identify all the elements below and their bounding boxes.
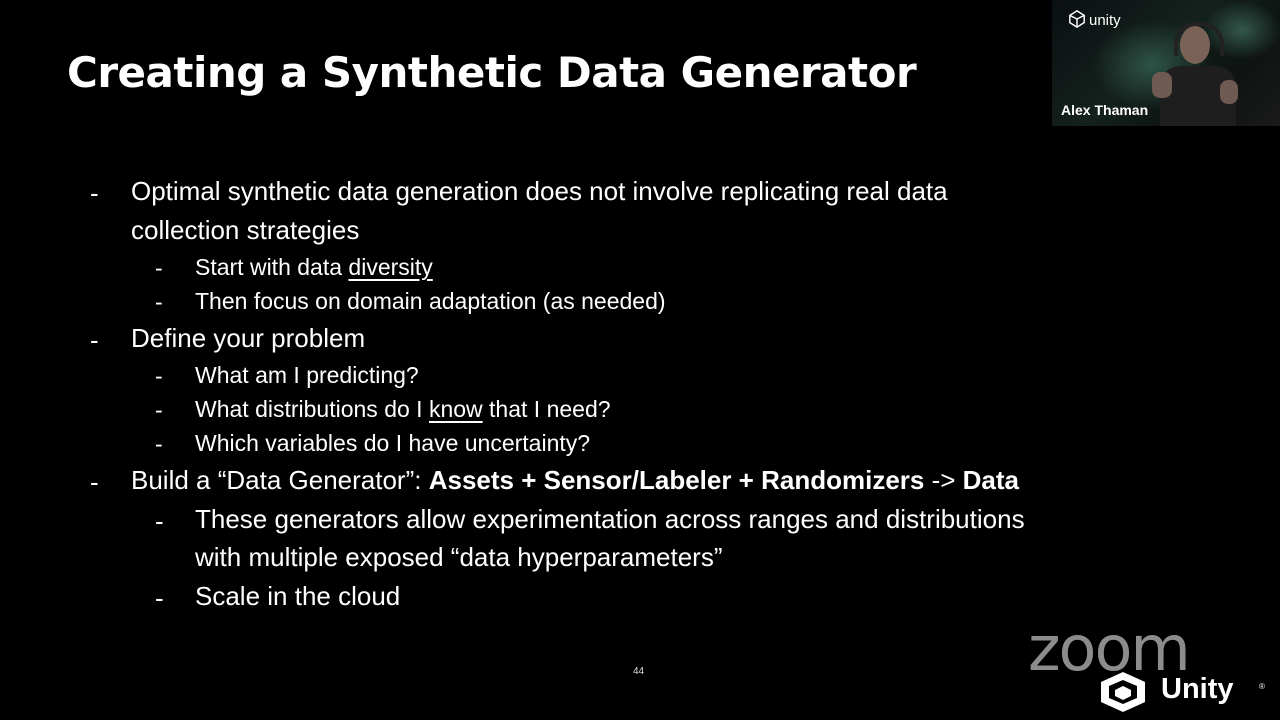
- headset-icon: [1174, 22, 1224, 56]
- video-unity-logo: unity: [1068, 10, 1121, 29]
- unity-watermark-text: Unity: [1161, 673, 1234, 705]
- bullet-3-sub-1-line-2: with multiple exposed “data hyperparamet…: [195, 542, 723, 572]
- bullet-3: Build a “Data Generator”: Assets + Senso…: [131, 465, 1019, 496]
- speaker-hand: [1152, 72, 1172, 98]
- bullet-1-line-1: Optimal synthetic data generation does n…: [131, 176, 948, 206]
- bullet-3-sub-1-line-1: These generators allow experimentation a…: [195, 504, 1025, 534]
- bullet-dash: -: [90, 325, 99, 355]
- bullet-1-sub-2: Then focus on domain adaptation (as need…: [195, 288, 666, 314]
- unity-watermark: Unity ®: [1097, 670, 1272, 714]
- bullet-dash: -: [155, 363, 163, 389]
- bullet-3-prefix: Build a “Data Generator”:: [131, 465, 429, 495]
- bullet-3-bold-formula: Assets + Sensor/Labeler + Randomizers: [428, 465, 925, 495]
- bullet-3-bold-data: Data: [962, 465, 1020, 495]
- unity-cube-icon: [1069, 10, 1085, 28]
- bullet-2-sub-1: What am I predicting?: [195, 362, 419, 388]
- bullet-2-sub-3: Which variables do I have uncertainty?: [195, 430, 591, 456]
- bullet-3-arrow: ->: [924, 465, 963, 495]
- bullet-dash: -: [155, 255, 163, 281]
- bullet-dash: -: [155, 431, 163, 457]
- video-logo-text: unity: [1089, 12, 1121, 29]
- speaker-hand: [1220, 80, 1238, 104]
- sub-text: What distributions do I: [195, 396, 429, 422]
- bullet-dash: -: [155, 397, 163, 423]
- underlined-word: diversity: [348, 254, 433, 280]
- speaker-name: Alex Thaman: [1061, 102, 1149, 118]
- unity-cube-icon: [1101, 672, 1145, 712]
- bullet-2-sub-2: What distributions do I know that I need…: [195, 396, 611, 423]
- bullet-1-line-2: collection strategies: [131, 215, 360, 245]
- bullet-2: Define your problem: [131, 323, 366, 353]
- sub-text: that I need?: [482, 396, 611, 422]
- bullet-dash: -: [155, 506, 164, 536]
- bullet-dash: -: [155, 289, 163, 315]
- bullet-dash: -: [90, 178, 99, 208]
- bullet-dash: -: [90, 467, 99, 497]
- page-number: 44: [633, 666, 645, 677]
- bullet-3-sub-2: Scale in the cloud: [195, 581, 401, 611]
- bullet-1-sub-1: Start with data diversity: [195, 254, 433, 281]
- slide-title: Creating a Synthetic Data Generator: [67, 48, 917, 97]
- bullet-dash: -: [155, 583, 164, 613]
- underlined-word: know: [428, 396, 483, 422]
- registered-mark: ®: [1259, 682, 1265, 691]
- speaker-video[interactable]: unity Alex Thaman: [1052, 0, 1280, 126]
- sub-text: Start with data: [195, 254, 349, 280]
